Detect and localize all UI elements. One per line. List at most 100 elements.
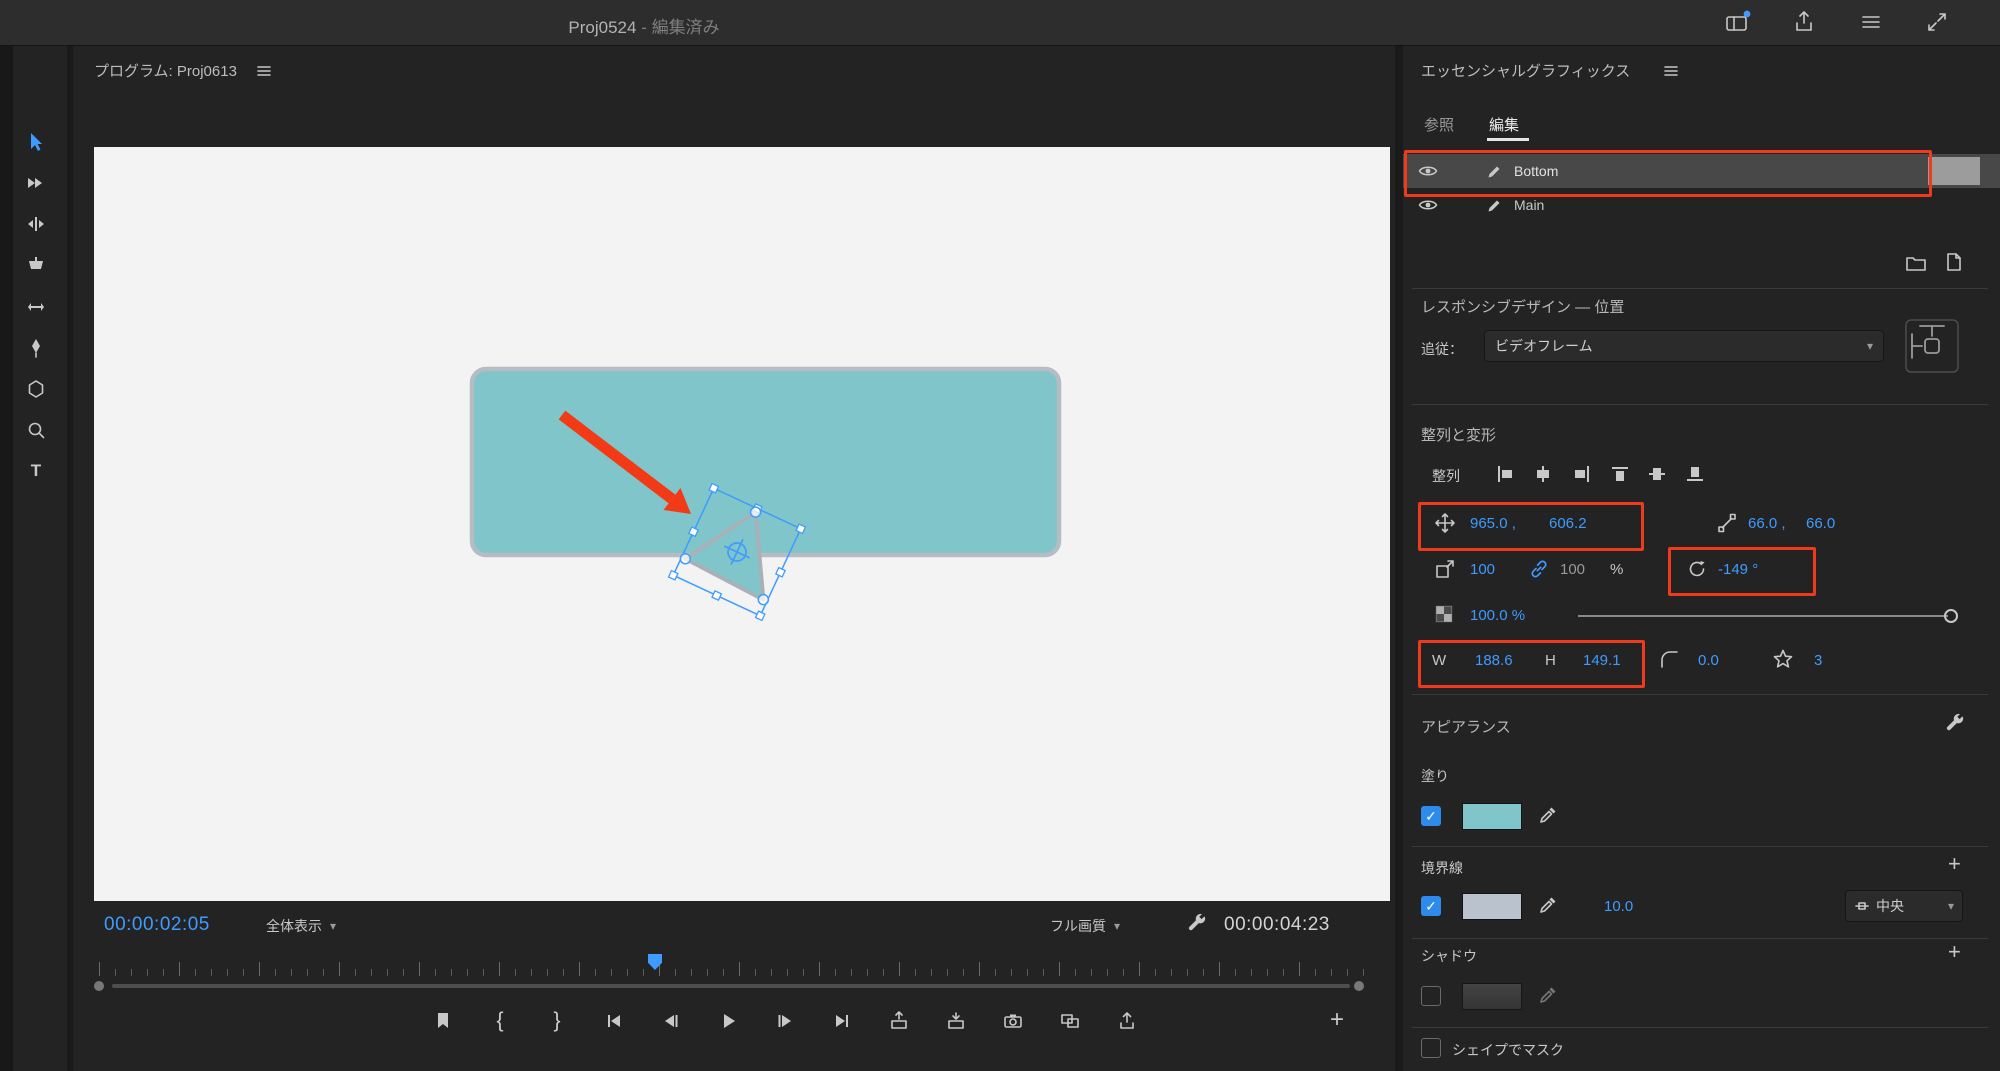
scale-xy-icon[interactable] <box>1716 512 1738 534</box>
stroke-color-swatch[interactable] <box>1462 893 1522 920</box>
export-button[interactable] <box>1112 1004 1142 1038</box>
align-bottom-icon[interactable] <box>1685 464 1705 484</box>
opacity-slider-track[interactable] <box>1578 615 1948 617</box>
corner-radius-icon[interactable] <box>1658 648 1680 670</box>
fill-color-swatch[interactable] <box>1462 803 1522 830</box>
layer-list-scrollbar-thumb[interactable] <box>1928 157 1980 185</box>
scale-width-value[interactable]: 100 <box>1470 561 1495 578</box>
new-folder-icon[interactable] <box>1905 255 1927 273</box>
button-editor-plus[interactable]: + <box>1330 1008 1344 1032</box>
stroke-eyedropper-icon[interactable] <box>1538 895 1558 915</box>
quality-dropdown[interactable]: フル画質 ▾ <box>1050 916 1120 936</box>
follow-dropdown[interactable]: ビデオフレーム ▾ <box>1484 330 1884 362</box>
zoom-tool-icon[interactable] <box>19 413 53 447</box>
mark-out-button[interactable]: } <box>542 1004 572 1038</box>
scale-x-value[interactable]: 66.0 , <box>1748 515 1786 532</box>
scrollbar-left-handle[interactable] <box>94 981 104 991</box>
top-bar: Proj0524 - 編集済み <box>0 0 2000 46</box>
stroke-width-value[interactable]: 10.0 <box>1604 898 1633 915</box>
position-y-value[interactable]: 606.2 <box>1549 515 1587 532</box>
time-ruler[interactable] <box>99 956 1369 980</box>
corner-radius-value[interactable]: 0.0 <box>1698 652 1719 669</box>
app-menu-icon[interactable] <box>1857 8 1885 36</box>
fill-eyedropper-icon[interactable] <box>1538 805 1558 825</box>
mark-in-button[interactable]: { <box>485 1004 515 1038</box>
window-title-project: Proj0524 <box>568 18 636 37</box>
scrollbar-track[interactable] <box>112 984 1350 988</box>
lift-button[interactable] <box>884 1004 914 1038</box>
polygon-sides-icon[interactable] <box>1772 648 1794 670</box>
program-panel-menu-icon[interactable] <box>256 63 272 79</box>
shadow-eyedropper-icon[interactable] <box>1538 985 1558 1005</box>
align-top-icon[interactable] <box>1610 464 1630 484</box>
eg-panel-menu-icon[interactable] <box>1663 63 1679 79</box>
step-back-button[interactable] <box>656 1004 686 1038</box>
fullscreen-icon[interactable] <box>1923 8 1951 36</box>
monitor-settings-wrench-icon[interactable] <box>1186 912 1208 934</box>
align-right-icon[interactable] <box>1572 464 1592 484</box>
align-left-icon[interactable] <box>1495 464 1515 484</box>
eye-icon[interactable] <box>1418 164 1438 178</box>
rotation-value[interactable]: -149 ° <box>1718 561 1758 578</box>
fill-checkbox[interactable]: ✓ <box>1421 806 1441 826</box>
ripple-edit-tool-icon[interactable] <box>19 207 53 241</box>
appearance-settings-wrench-icon[interactable] <box>1944 712 1966 734</box>
track-select-forward-tool-icon[interactable] <box>19 166 53 200</box>
opacity-value[interactable]: 100.0 % <box>1470 607 1525 624</box>
layer-row-bottom[interactable]: Bottom <box>1403 154 2000 188</box>
workspace-switcher-icon[interactable] <box>1724 8 1752 36</box>
polygon-sides-value[interactable]: 3 <box>1814 652 1822 669</box>
go-to-in-button[interactable] <box>599 1004 629 1038</box>
main-rect-shape[interactable] <box>472 369 1059 555</box>
scale-height-value[interactable]: 100 <box>1560 561 1585 578</box>
new-layer-icon[interactable] <box>1945 252 1963 272</box>
position-move-icon[interactable] <box>1434 512 1456 534</box>
position-x-value[interactable]: 965.0 , <box>1470 515 1516 532</box>
align-center-vertical-icon[interactable] <box>1647 464 1667 484</box>
height-value[interactable]: 149.1 <box>1583 652 1621 669</box>
shape-tool-icon[interactable] <box>19 372 53 406</box>
shadow-checkbox[interactable] <box>1421 986 1441 1006</box>
comparison-view-button[interactable] <box>1055 1004 1085 1038</box>
selection-tool-icon[interactable] <box>19 125 53 159</box>
premiere-app: Proj0524 - 編集済み <box>0 0 2000 1071</box>
slip-tool-icon[interactable] <box>19 290 53 324</box>
mask-with-shape-checkbox[interactable] <box>1421 1038 1441 1058</box>
step-forward-button[interactable] <box>770 1004 800 1038</box>
fit-dropdown-label: 全体表示 <box>266 916 322 936</box>
go-to-out-button[interactable] <box>827 1004 857 1038</box>
link-icon[interactable] <box>1528 558 1550 580</box>
play-button[interactable] <box>713 1004 743 1038</box>
export-frame-button[interactable] <box>998 1004 1028 1038</box>
type-tool-icon[interactable]: T <box>19 454 53 488</box>
scale-icon[interactable] <box>1434 558 1456 580</box>
align-center-horizontal-icon[interactable] <box>1533 464 1553 484</box>
opacity-slider-knob[interactable] <box>1944 609 1958 623</box>
tab-edit[interactable]: 編集 <box>1489 114 1519 135</box>
current-timecode[interactable]: 00:00:02:05 <box>104 914 210 936</box>
width-value[interactable]: 188.6 <box>1475 652 1513 669</box>
rotation-icon[interactable] <box>1686 558 1708 580</box>
export-icon[interactable] <box>1790 8 1818 36</box>
program-panel-title[interactable]: プログラム: Proj0613 <box>94 60 237 81</box>
eg-panel-title[interactable]: エッセンシャルグラフィックス <box>1421 60 1630 81</box>
responsive-heading: レスポンシブデザイン — 位置 <box>1421 296 1624 317</box>
razor-tool-icon[interactable] <box>19 248 53 282</box>
extract-button[interactable] <box>941 1004 971 1038</box>
pin-to-diagram[interactable] <box>1898 312 1966 380</box>
pen-tool-icon[interactable] <box>19 331 53 365</box>
video-canvas[interactable] <box>94 147 1390 901</box>
shadow-color-swatch[interactable] <box>1462 983 1522 1010</box>
fit-dropdown[interactable]: 全体表示 ▾ <box>266 916 336 936</box>
layer-row-main[interactable]: Main <box>1403 188 2000 222</box>
opacity-icon[interactable] <box>1434 604 1454 624</box>
scale-y-value[interactable]: 66.0 <box>1806 515 1835 532</box>
add-stroke-button[interactable]: + <box>1948 852 1961 876</box>
scrollbar-right-handle[interactable] <box>1354 981 1364 991</box>
add-marker-button[interactable] <box>428 1004 458 1038</box>
tab-browse[interactable]: 参照 <box>1424 114 1454 135</box>
stroke-checkbox[interactable]: ✓ <box>1421 896 1441 916</box>
stroke-align-dropdown[interactable]: 中央 ▾ <box>1845 890 1963 922</box>
add-shadow-button[interactable]: + <box>1948 940 1961 964</box>
eye-icon[interactable] <box>1418 198 1438 212</box>
